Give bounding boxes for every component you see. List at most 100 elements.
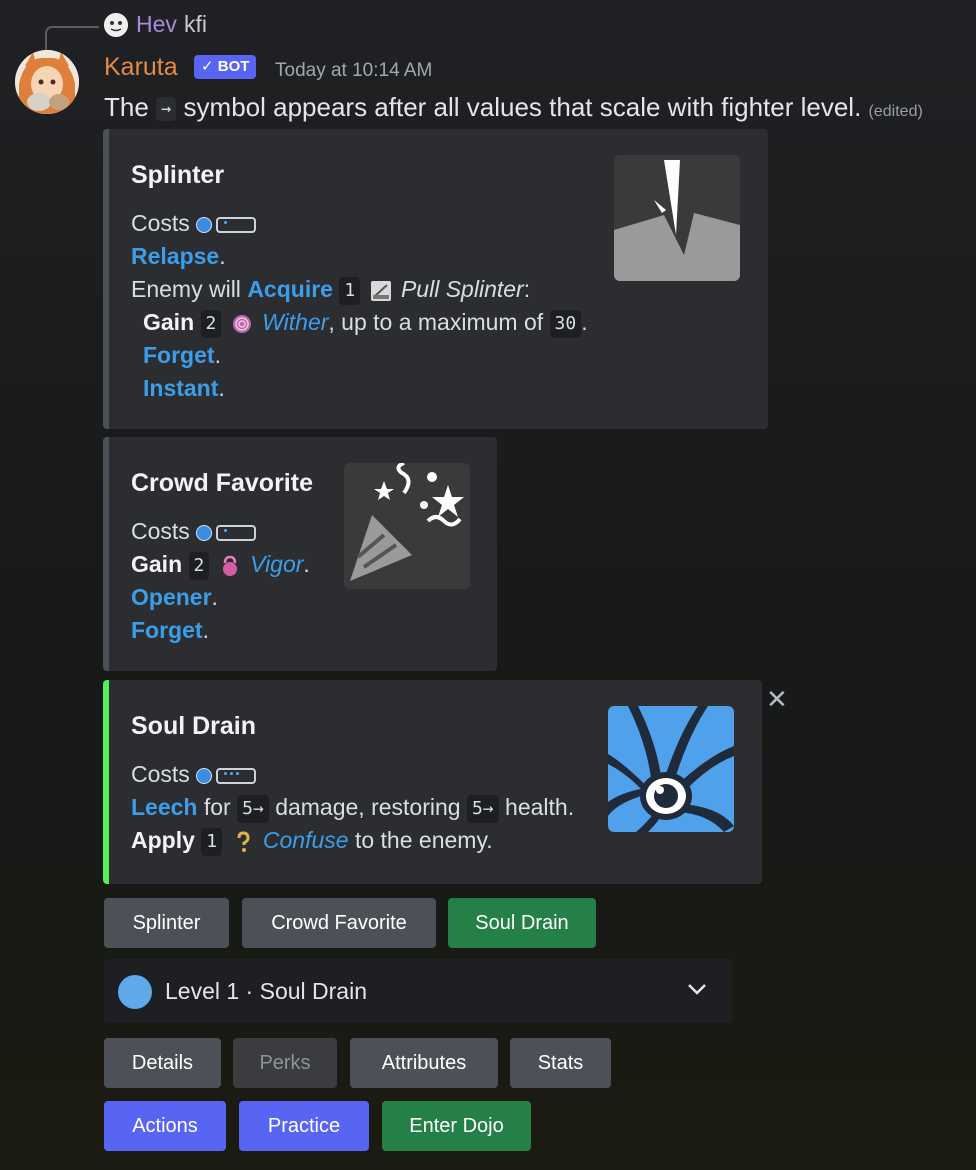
level-select-value: Level 1 · Soul Drain bbox=[165, 978, 367, 1004]
splinter-image-icon bbox=[614, 155, 740, 281]
keyword-link[interactable]: Acquire bbox=[247, 276, 333, 302]
level-select[interactable]: Level 1 · Soul Drain bbox=[104, 959, 732, 1023]
attributes-button[interactable]: Attributes bbox=[350, 1038, 498, 1088]
avatar-icon bbox=[15, 50, 79, 114]
costs-label: Costs bbox=[131, 518, 190, 544]
perks-button: Perks bbox=[233, 1038, 337, 1088]
desc-line: Instant. bbox=[131, 372, 588, 405]
keyword-link[interactable]: Opener bbox=[131, 584, 212, 610]
text: : bbox=[523, 276, 531, 302]
card-button-crowd-favorite[interactable]: Crowd Favorite bbox=[242, 898, 436, 948]
splinter-card-icon bbox=[370, 280, 391, 301]
party-popper-icon bbox=[344, 463, 470, 589]
text: Enemy will bbox=[131, 276, 241, 302]
reply-spine bbox=[45, 26, 99, 52]
desc-line: Enemy will Acquire 1 Pull Splinter: bbox=[131, 273, 588, 306]
enter-dojo-button[interactable]: Enter Dojo bbox=[382, 1101, 531, 1151]
reply-avatar-icon bbox=[104, 13, 128, 37]
cost-row: Costs bbox=[131, 515, 310, 548]
text: . bbox=[303, 551, 310, 577]
embed-splinter: Splinter Costs Relapse. Enemy will Acqui… bbox=[103, 129, 768, 429]
close-icon[interactable]: ✕ bbox=[766, 684, 788, 715]
reply-avatar[interactable] bbox=[104, 13, 128, 37]
number-code: 1 bbox=[201, 827, 223, 856]
cost-row: Costs bbox=[131, 207, 588, 240]
desc-line: Forget. bbox=[131, 339, 588, 372]
embed-title: Splinter bbox=[131, 161, 225, 189]
keyword: Apply bbox=[131, 827, 195, 853]
costs-label: Costs bbox=[131, 761, 190, 787]
energy-cost-icon bbox=[196, 766, 258, 786]
number-code: 2 bbox=[188, 551, 210, 580]
bot-badge: ✓ BOT bbox=[194, 55, 257, 79]
practice-button[interactable]: Practice bbox=[239, 1101, 369, 1151]
embed-soul-drain: Soul Drain Costs Leech for 5→ damage, re… bbox=[103, 680, 762, 884]
bot-avatar[interactable] bbox=[15, 50, 79, 114]
reply-author[interactable]: Hev bbox=[136, 11, 177, 38]
card-button-splinter[interactable]: Splinter bbox=[104, 898, 229, 948]
embed-title: Crowd Favorite bbox=[131, 469, 313, 497]
bot-username[interactable]: Karuta bbox=[104, 53, 178, 82]
confuse-question-icon bbox=[237, 831, 250, 852]
keyword-link[interactable]: Leech bbox=[131, 794, 197, 820]
number-code: 5→ bbox=[237, 794, 269, 823]
keyword-link[interactable]: Forget bbox=[131, 617, 203, 643]
actions-button[interactable]: Actions bbox=[104, 1101, 226, 1151]
text: . bbox=[581, 309, 588, 335]
energy-orb-icon bbox=[118, 975, 152, 1009]
keyword-link[interactable]: Vigor bbox=[250, 551, 303, 577]
costs-label: Costs bbox=[131, 210, 190, 236]
desc-line: Gain 2 Vigor. bbox=[131, 548, 310, 581]
desc-line: Relapse. bbox=[131, 240, 588, 273]
text: . bbox=[202, 617, 209, 643]
keyword: Gain bbox=[143, 309, 195, 335]
text: . bbox=[214, 342, 221, 368]
arrow-code: → bbox=[156, 97, 177, 122]
number-code: 5→ bbox=[466, 794, 499, 823]
content-pre: The bbox=[104, 92, 149, 122]
embed-thumbnail[interactable] bbox=[614, 155, 740, 281]
bot-badge-label: BOT bbox=[217, 58, 250, 75]
text: for bbox=[203, 794, 231, 820]
keyword-link[interactable]: Forget bbox=[143, 342, 215, 368]
number-code: 30 bbox=[549, 309, 582, 338]
number-code: 1 bbox=[339, 276, 361, 305]
edited-label[interactable]: (edited) bbox=[869, 103, 923, 120]
embed-crowd-favorite: Crowd Favorite Costs Gain 2 Vigor. Opene… bbox=[103, 437, 497, 671]
embed-thumbnail[interactable] bbox=[344, 463, 470, 589]
embed-thumbnail[interactable] bbox=[608, 706, 734, 832]
keyword-link[interactable]: Instant bbox=[143, 375, 218, 401]
embed-description: Costs Relapse. Enemy will Acquire 1 Pull… bbox=[131, 207, 588, 405]
item-name: Pull Splinter bbox=[400, 276, 524, 302]
text: , up to a maximum of bbox=[328, 309, 544, 335]
desc-line: Opener. bbox=[131, 581, 310, 614]
text: health. bbox=[505, 794, 575, 820]
text: . bbox=[211, 584, 218, 610]
text: . bbox=[219, 243, 226, 269]
reply-text[interactable]: kfi bbox=[184, 11, 207, 38]
vigor-kettlebell-icon bbox=[222, 555, 237, 576]
energy-cost-icon bbox=[196, 523, 258, 543]
stats-button[interactable]: Stats bbox=[510, 1038, 611, 1088]
embed-description: Costs Leech for 5→ damage, restoring 5→ … bbox=[131, 758, 574, 857]
text: . bbox=[218, 375, 225, 401]
energy-cost-icon bbox=[196, 215, 258, 235]
desc-line: Gain 2 Wither, up to a maximum of 30. bbox=[131, 306, 588, 339]
desc-line: Leech for 5→ damage, restoring 5→ health… bbox=[131, 791, 574, 824]
text: to the enemy. bbox=[354, 827, 493, 853]
keyword-link[interactable]: Confuse bbox=[263, 827, 349, 853]
card-button-soul-drain[interactable]: Soul Drain bbox=[448, 898, 596, 948]
keyword-link[interactable]: Wither bbox=[262, 309, 328, 335]
check-icon: ✓ bbox=[201, 58, 214, 75]
chevron-down-icon bbox=[688, 984, 706, 995]
soul-drain-vortex-icon bbox=[608, 706, 734, 832]
wither-icon bbox=[232, 314, 251, 333]
details-button[interactable]: Details bbox=[104, 1038, 221, 1088]
embed-description: Costs Gain 2 Vigor. Opener. Forget. bbox=[131, 515, 310, 647]
message-content: The → symbol appears after all values th… bbox=[104, 92, 923, 123]
desc-line: Forget. bbox=[131, 614, 310, 647]
text: damage, restoring bbox=[275, 794, 461, 820]
keyword-link[interactable]: Relapse bbox=[131, 243, 219, 269]
timestamp[interactable]: Today at 10:14 AM bbox=[275, 60, 432, 82]
desc-line: Apply 1 Confuse to the enemy. bbox=[131, 824, 574, 857]
